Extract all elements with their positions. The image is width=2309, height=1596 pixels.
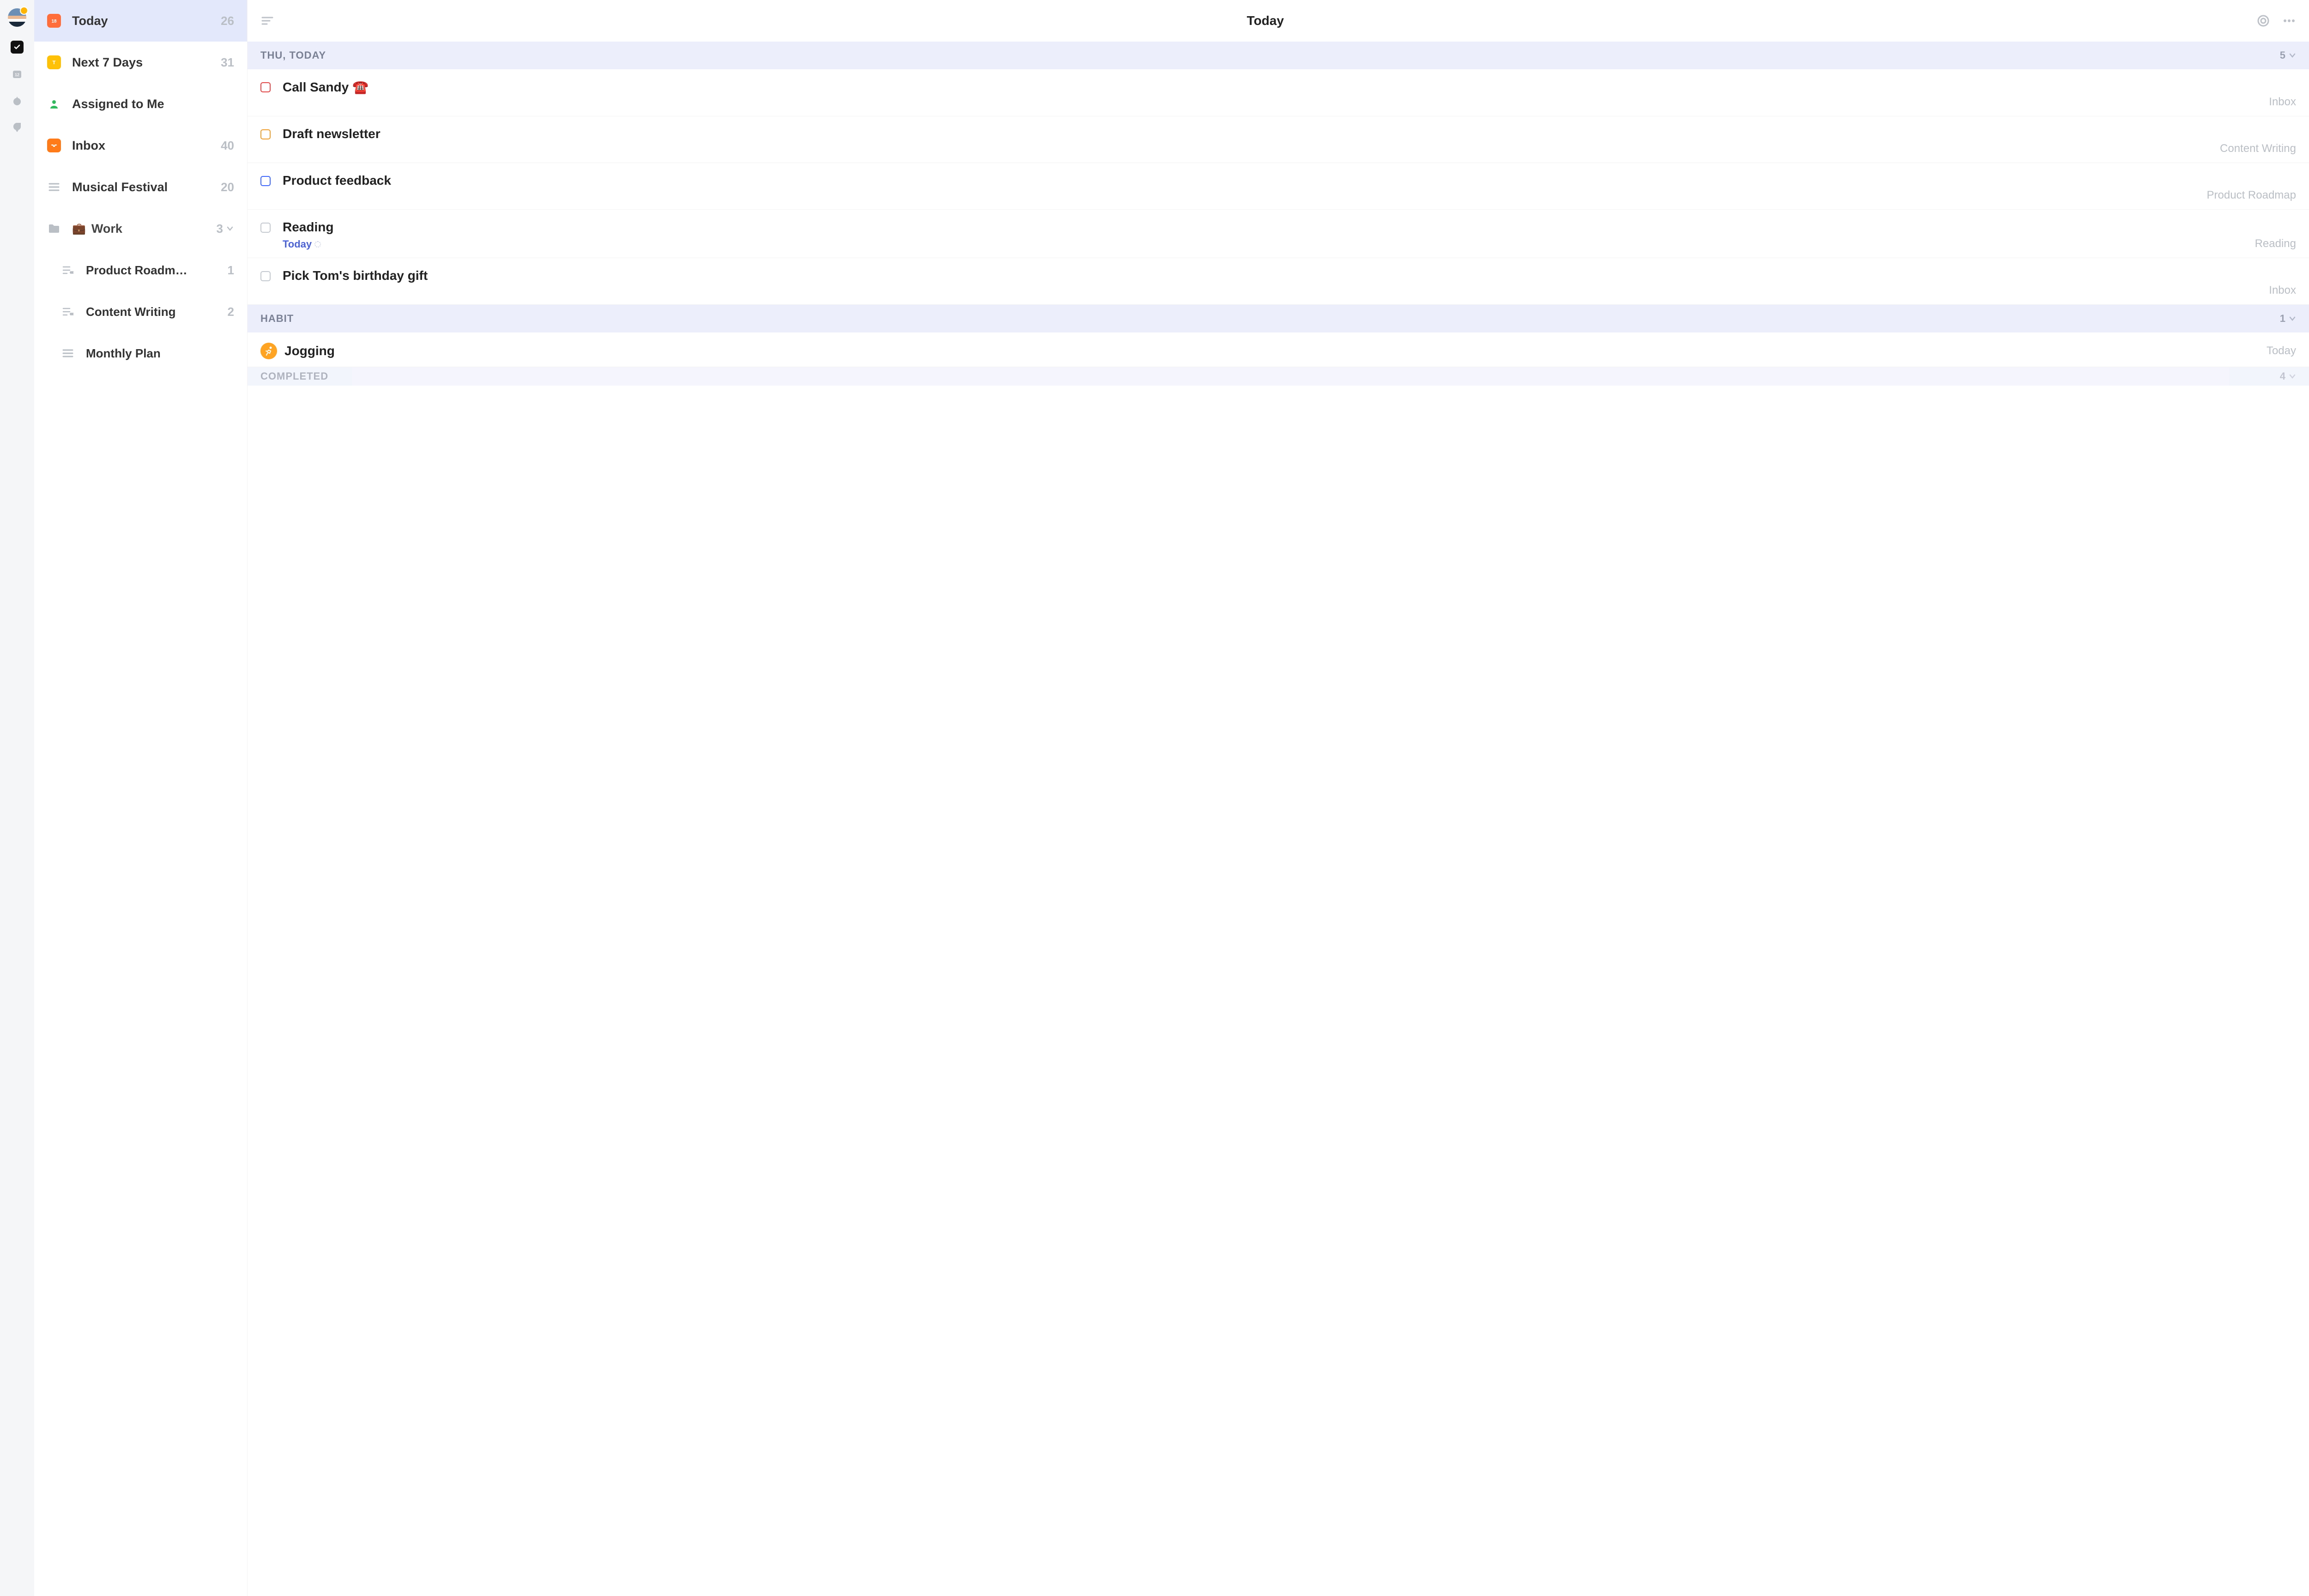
task-list-tag: Inbox xyxy=(2269,96,2296,109)
page-title: Today xyxy=(274,13,2256,28)
sidebar-list-roadmap[interactable]: Product Roadm… 1 xyxy=(34,249,247,291)
task-list-tag: Product Roadmap xyxy=(2207,189,2296,202)
section-count: 1 xyxy=(2280,313,2286,325)
sidebar-item-label: Next 7 Days xyxy=(72,55,217,70)
sidebar-item-musical[interactable]: Musical Festival 20 xyxy=(34,166,247,208)
task-title: Call Sandy ☎️ xyxy=(283,79,369,95)
task-title: Product feedback xyxy=(283,173,391,188)
task-list-tag: Content Writing xyxy=(2220,142,2296,155)
sort-button[interactable] xyxy=(260,14,274,28)
list-label: Content Writing xyxy=(86,305,224,319)
section-label: COMPLETED xyxy=(260,370,328,382)
svg-text:T: T xyxy=(53,60,56,66)
sidebar-item-inbox[interactable]: Inbox 40 xyxy=(34,125,247,166)
task-title: Draft newsletter xyxy=(283,127,381,141)
section-count: 5 xyxy=(2280,49,2286,61)
sidebar-item-label: Inbox xyxy=(72,139,217,153)
chevron-down-icon xyxy=(2289,373,2296,380)
premium-badge-icon xyxy=(20,6,28,15)
sidebar-list-content[interactable]: Content Writing 2 xyxy=(34,291,247,332)
svg-text:18: 18 xyxy=(51,19,57,24)
chevron-down-icon xyxy=(226,224,234,233)
repeat-icon xyxy=(314,241,321,248)
section-label: THU, TODAY xyxy=(260,49,326,61)
focus-button[interactable] xyxy=(2256,14,2270,28)
list-label: Product Roadm… xyxy=(86,263,224,278)
chevron-down-icon xyxy=(2289,52,2296,59)
folder-emoji: 💼 xyxy=(72,222,86,236)
list-icon xyxy=(47,180,61,194)
list-icon xyxy=(61,346,75,360)
sidebar: 18 Today 26 T Next 7 Days 31 Assigned to… xyxy=(34,0,248,1596)
svg-text:12: 12 xyxy=(15,73,19,77)
habit-date: Today xyxy=(2267,345,2296,357)
habit-row[interactable]: Jogging Today xyxy=(248,332,2309,367)
rail-pomo-icon[interactable] xyxy=(11,121,24,134)
week-icon: T xyxy=(47,55,61,69)
sidebar-item-count: 40 xyxy=(221,139,234,153)
task-list-tag: Inbox xyxy=(2269,284,2296,297)
rail-calendar-icon[interactable]: 12 xyxy=(11,67,24,80)
task-row[interactable]: Product feedback Product Roadmap xyxy=(248,163,2309,210)
list-count: 2 xyxy=(228,305,234,319)
section-header-completed[interactable]: COMPLETED 4 xyxy=(248,367,2309,386)
today-icon: 18 xyxy=(47,14,61,28)
sidebar-item-today[interactable]: 18 Today 26 xyxy=(34,0,247,42)
main-header: Today xyxy=(248,0,2309,42)
task-checkbox[interactable] xyxy=(260,176,271,186)
avatar[interactable] xyxy=(8,8,26,27)
task-list-tag: Reading xyxy=(2255,237,2296,250)
folder-label: Work xyxy=(91,222,213,236)
task-row[interactable]: Call Sandy ☎️ Inbox xyxy=(248,69,2309,116)
task-row[interactable]: Reading Today Reading xyxy=(248,210,2309,258)
task-checkbox[interactable] xyxy=(260,271,271,281)
main-panel: Today THU, TODAY 5 Call Sandy ☎️ Inbox D… xyxy=(248,0,2309,1596)
rail-tasks-icon[interactable] xyxy=(11,41,24,54)
more-button[interactable] xyxy=(2282,14,2296,28)
task-checkbox[interactable] xyxy=(260,82,271,92)
sidebar-item-count: 20 xyxy=(221,180,234,194)
jogging-icon[interactable] xyxy=(260,343,277,359)
section-label: HABIT xyxy=(260,313,294,325)
section-header-habit[interactable]: HABIT 1 xyxy=(248,305,2309,332)
sidebar-item-count: 26 xyxy=(221,14,234,28)
sidebar-item-label: Musical Festival xyxy=(72,180,217,194)
sidebar-item-next7[interactable]: T Next 7 Days 31 xyxy=(34,42,247,83)
sidebar-item-assigned[interactable]: Assigned to Me xyxy=(34,83,247,125)
section-header-today[interactable]: THU, TODAY 5 xyxy=(248,42,2309,69)
folder-count: 3 xyxy=(217,222,223,236)
chevron-down-icon xyxy=(2289,315,2296,322)
list-label: Monthly Plan xyxy=(86,346,234,361)
sidebar-item-label: Assigned to Me xyxy=(72,97,234,111)
inbox-icon xyxy=(47,139,61,152)
habit-title: Jogging xyxy=(284,344,335,358)
task-subtext: Today xyxy=(283,238,321,250)
task-checkbox[interactable] xyxy=(260,223,271,233)
sidebar-item-count: 31 xyxy=(221,55,234,70)
rail-habit-icon[interactable] xyxy=(11,94,24,107)
task-title: Reading xyxy=(283,220,333,235)
person-icon xyxy=(47,97,61,111)
task-row[interactable]: Draft newsletter Content Writing xyxy=(248,116,2309,163)
folder-icon xyxy=(47,222,61,236)
sidebar-item-label: Today xyxy=(72,14,217,28)
task-checkbox[interactable] xyxy=(260,129,271,139)
task-title: Pick Tom's birthday gift xyxy=(283,268,428,283)
shared-list-icon xyxy=(61,263,75,277)
nav-rail: 12 xyxy=(0,0,34,1596)
sidebar-folder-work[interactable]: 💼 Work 3 xyxy=(34,208,247,249)
section-count: 4 xyxy=(2280,370,2286,382)
sidebar-list-monthly[interactable]: Monthly Plan xyxy=(34,332,247,374)
task-row[interactable]: Pick Tom's birthday gift Inbox xyxy=(248,258,2309,305)
shared-list-icon xyxy=(61,305,75,319)
list-count: 1 xyxy=(228,263,234,278)
